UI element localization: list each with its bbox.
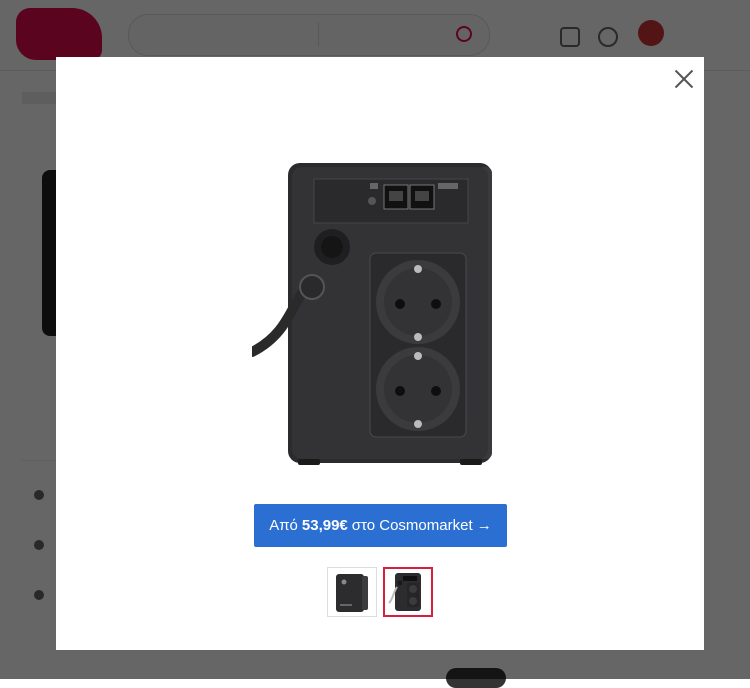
thumbnail-back[interactable] <box>383 567 433 617</box>
cta-suffix: στο Cosmomarket → <box>351 517 492 534</box>
thumbnail-front[interactable] <box>327 567 377 617</box>
buy-cta-button[interactable]: Από 53,99€ στο Cosmomarket → <box>254 504 507 547</box>
image-gallery-modal: Από 53,99€ στο Cosmomarket → <box>56 57 704 650</box>
cta-prefix: Από <box>269 517 298 534</box>
cta-price: 53,99€ <box>301 517 348 534</box>
main-product-image <box>247 157 504 477</box>
close-icon[interactable] <box>672 67 696 91</box>
